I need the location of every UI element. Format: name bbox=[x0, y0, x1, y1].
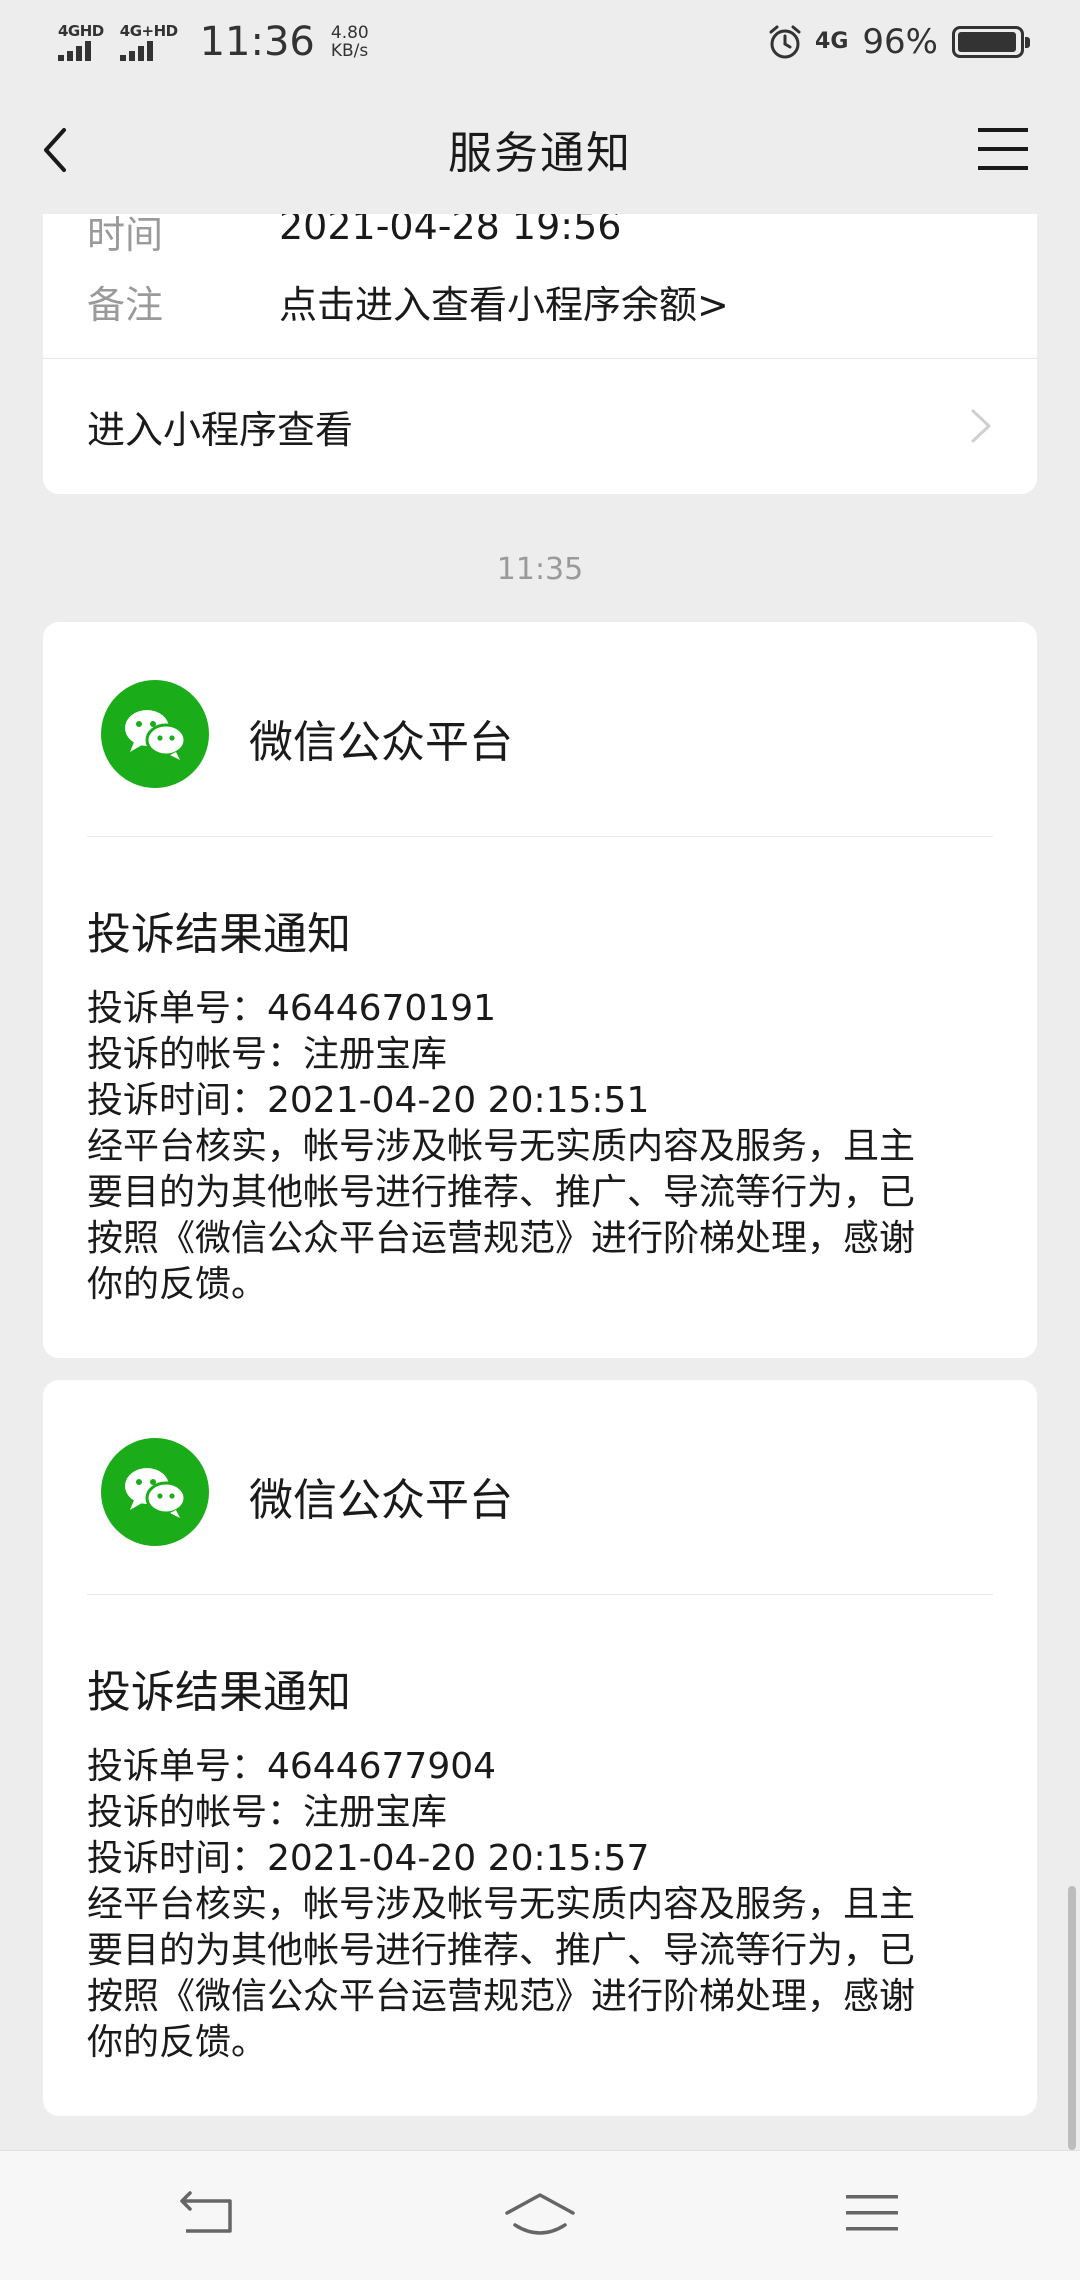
status-right: 4G 96% bbox=[767, 22, 1030, 62]
signal-bars-icon bbox=[119, 40, 153, 61]
system-nav-bar bbox=[0, 2150, 1080, 2280]
mini-program-card: 时间 2021-04-28 19:56 备注 点击进入查看小程序余额> 进入小程… bbox=[43, 214, 1037, 494]
battery-percent: 96% bbox=[862, 22, 938, 62]
source-name: 微信公众平台 bbox=[249, 717, 513, 768]
wechat-icon bbox=[101, 1438, 209, 1546]
battery-icon bbox=[952, 26, 1030, 58]
status-time: 11:36 bbox=[199, 19, 315, 65]
time-row: 时间 2021-04-28 19:56 bbox=[87, 214, 621, 259]
notice-header[interactable]: 微信公众平台 bbox=[43, 1380, 1037, 1594]
status-left: 4GHD 4G+HD 11:36 4.80 KB/s bbox=[58, 19, 369, 65]
note-row: 备注 点击进入查看小程序余额> bbox=[87, 274, 729, 329]
menu-icon[interactable] bbox=[978, 126, 1028, 172]
notice-line: 投诉的帐号：注册宝库 bbox=[87, 1034, 448, 1075]
notice-line: 你的反馈。 bbox=[87, 2022, 268, 2063]
scrollbar[interactable] bbox=[1068, 1886, 1076, 2150]
chevron-right-icon bbox=[971, 409, 991, 443]
battery-fill bbox=[958, 32, 1016, 52]
notice-divider bbox=[87, 1594, 993, 1595]
entry-label: 进入小程序查看 bbox=[87, 407, 354, 452]
notice-line: 投诉时间：2021-04-20 20:15:57 bbox=[87, 1838, 650, 1879]
enter-mini-program-button[interactable]: 进入小程序查看 bbox=[43, 358, 1037, 494]
time-label: 时间 bbox=[87, 214, 164, 257]
notice-title: 投诉结果通知 bbox=[87, 1667, 351, 1718]
notice-line: 经平台核实，帐号涉及帐号无实质内容及服务，且主 bbox=[87, 1884, 916, 1925]
nav-bar: 服务通知 bbox=[0, 84, 1080, 214]
page-title: 服务通知 bbox=[448, 128, 632, 179]
alarm-icon bbox=[769, 25, 801, 59]
speed-unit: KB/s bbox=[330, 41, 369, 61]
sys-home-icon[interactable] bbox=[505, 2191, 575, 2241]
notice-line: 按照《微信公众平台运营规范》进行阶梯处理，感谢 bbox=[87, 1218, 916, 1259]
notice-line: 投诉单号：4644670191 bbox=[87, 988, 497, 1029]
signal-bars-icon bbox=[58, 40, 91, 61]
notice-line: 按照《微信公众平台运营规范》进行阶梯处理，感谢 bbox=[87, 1976, 916, 2017]
time-value: 2021-04-28 19:56 bbox=[279, 214, 622, 248]
notice-line: 投诉的帐号：注册宝库 bbox=[87, 1792, 448, 1833]
wechat-icon bbox=[101, 680, 209, 788]
note-label: 备注 bbox=[87, 283, 164, 327]
notice-line: 你的反馈。 bbox=[87, 1264, 268, 1305]
notice-body: 投诉单号：4644677904 投诉的帐号：注册宝库 投诉时间：2021-04-… bbox=[87, 1744, 1007, 2066]
network-speed: 4.80 KB/s bbox=[331, 24, 369, 60]
notice-title: 投诉结果通知 bbox=[87, 909, 351, 960]
notice-header[interactable]: 微信公众平台 bbox=[43, 622, 1037, 836]
sys-back-icon[interactable] bbox=[180, 2191, 234, 2237]
signal-1: 4GHD bbox=[58, 21, 104, 61]
notice-divider bbox=[87, 836, 993, 837]
status-bar: 4GHD 4G+HD 11:36 4.80 KB/s 4G 96% bbox=[0, 0, 1080, 84]
notice-body: 投诉单号：4644670191 投诉的帐号：注册宝库 投诉时间：2021-04-… bbox=[87, 986, 1007, 1308]
complaint-notice-card[interactable]: 微信公众平台 投诉结果通知 投诉单号：4644670191 投诉的帐号：注册宝库… bbox=[43, 622, 1037, 1358]
signal-2: 4G+HD bbox=[119, 21, 178, 61]
network-type: 4G bbox=[815, 29, 849, 54]
notice-line: 要目的为其他帐号进行推荐、推广、导流等行为，已 bbox=[87, 1930, 916, 1971]
complaint-notice-card[interactable]: 微信公众平台 投诉结果通知 投诉单号：4644677904 投诉的帐号：注册宝库… bbox=[43, 1380, 1037, 2116]
note-value[interactable]: 点击进入查看小程序余额> bbox=[279, 274, 729, 329]
sys-menu-icon[interactable] bbox=[846, 2191, 898, 2235]
speed-value: 4.80 bbox=[330, 23, 369, 43]
notice-line: 投诉时间：2021-04-20 20:15:51 bbox=[87, 1080, 650, 1121]
source-name: 微信公众平台 bbox=[249, 1475, 513, 1526]
signal-2-label: 4G+HD bbox=[119, 21, 178, 40]
signal-1-label: 4GHD bbox=[58, 21, 104, 40]
message-timestamp: 11:35 bbox=[496, 552, 584, 587]
notice-line: 投诉单号：4644677904 bbox=[87, 1746, 497, 1787]
back-icon[interactable] bbox=[36, 122, 76, 178]
notice-line: 经平台核实，帐号涉及帐号无实质内容及服务，且主 bbox=[87, 1126, 916, 1167]
message-list[interactable]: 时间 2021-04-28 19:56 备注 点击进入查看小程序余额> 进入小程… bbox=[0, 214, 1080, 2150]
notice-line: 要目的为其他帐号进行推荐、推广、导流等行为，已 bbox=[87, 1172, 916, 1213]
